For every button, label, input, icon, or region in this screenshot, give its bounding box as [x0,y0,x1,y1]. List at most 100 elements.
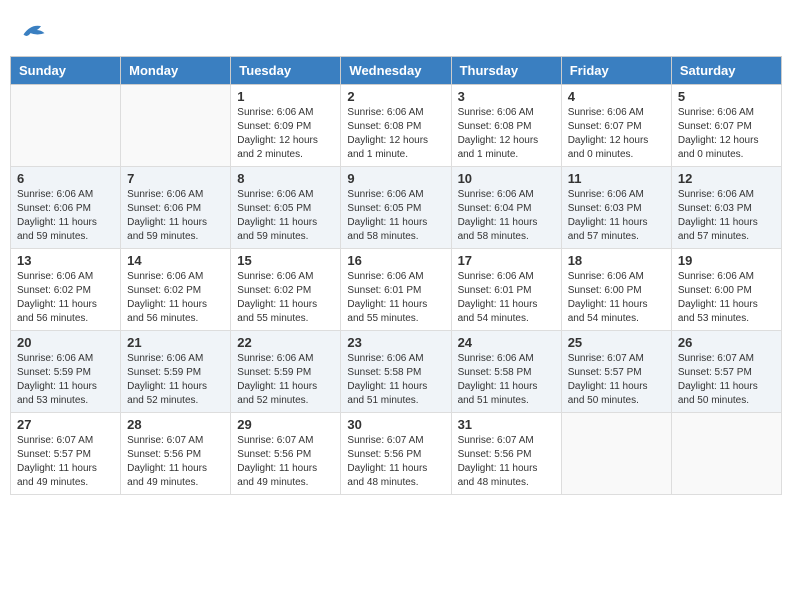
calendar-day-cell: 8 Sunrise: 6:06 AM Sunset: 6:05 PM Dayli… [231,167,341,249]
calendar-day-cell: 19 Sunrise: 6:06 AM Sunset: 6:00 PM Dayl… [671,249,781,331]
day-number: 3 [458,89,555,104]
day-number: 12 [678,171,775,186]
calendar-day-cell: 24 Sunrise: 6:06 AM Sunset: 5:58 PM Dayl… [451,331,561,413]
calendar-day-cell [561,413,671,495]
weekday-header: Thursday [451,57,561,85]
day-number: 16 [347,253,444,268]
day-number: 14 [127,253,224,268]
calendar-day-cell: 29 Sunrise: 6:07 AM Sunset: 5:56 PM Dayl… [231,413,341,495]
calendar-week-row: 1 Sunrise: 6:06 AM Sunset: 6:09 PM Dayli… [11,85,782,167]
day-info: Sunrise: 6:06 AM Sunset: 6:00 PM Dayligh… [568,270,665,326]
day-number: 8 [237,171,334,186]
day-number: 10 [458,171,555,186]
header [10,10,782,52]
day-info: Sunrise: 6:06 AM Sunset: 6:07 PM Dayligh… [568,106,665,162]
day-number: 19 [678,253,775,268]
day-number: 5 [678,89,775,104]
calendar-day-cell: 22 Sunrise: 6:06 AM Sunset: 5:59 PM Dayl… [231,331,341,413]
day-number: 28 [127,417,224,432]
day-info: Sunrise: 6:06 AM Sunset: 6:06 PM Dayligh… [127,188,224,244]
calendar-day-cell: 21 Sunrise: 6:06 AM Sunset: 5:59 PM Dayl… [121,331,231,413]
day-info: Sunrise: 6:06 AM Sunset: 6:03 PM Dayligh… [678,188,775,244]
calendar-day-cell: 10 Sunrise: 6:06 AM Sunset: 6:04 PM Dayl… [451,167,561,249]
day-info: Sunrise: 6:06 AM Sunset: 6:03 PM Dayligh… [568,188,665,244]
weekday-header: Wednesday [341,57,451,85]
day-number: 30 [347,417,444,432]
day-number: 4 [568,89,665,104]
calendar-day-cell: 14 Sunrise: 6:06 AM Sunset: 6:02 PM Dayl… [121,249,231,331]
day-number: 7 [127,171,224,186]
day-number: 17 [458,253,555,268]
day-info: Sunrise: 6:06 AM Sunset: 6:08 PM Dayligh… [458,106,555,162]
day-info: Sunrise: 6:06 AM Sunset: 6:09 PM Dayligh… [237,106,334,162]
calendar-week-row: 20 Sunrise: 6:06 AM Sunset: 5:59 PM Dayl… [11,331,782,413]
day-number: 20 [17,335,114,350]
calendar-day-cell: 20 Sunrise: 6:06 AM Sunset: 5:59 PM Dayl… [11,331,121,413]
day-number: 1 [237,89,334,104]
day-number: 23 [347,335,444,350]
day-info: Sunrise: 6:07 AM Sunset: 5:57 PM Dayligh… [678,352,775,408]
day-info: Sunrise: 6:07 AM Sunset: 5:57 PM Dayligh… [17,434,114,490]
day-number: 6 [17,171,114,186]
calendar-day-cell: 6 Sunrise: 6:06 AM Sunset: 6:06 PM Dayli… [11,167,121,249]
day-info: Sunrise: 6:06 AM Sunset: 5:59 PM Dayligh… [127,352,224,408]
calendar-day-cell: 15 Sunrise: 6:06 AM Sunset: 6:02 PM Dayl… [231,249,341,331]
weekday-header: Tuesday [231,57,341,85]
day-number: 26 [678,335,775,350]
day-info: Sunrise: 6:06 AM Sunset: 5:58 PM Dayligh… [458,352,555,408]
calendar-week-row: 6 Sunrise: 6:06 AM Sunset: 6:06 PM Dayli… [11,167,782,249]
day-info: Sunrise: 6:07 AM Sunset: 5:57 PM Dayligh… [568,352,665,408]
calendar-day-cell: 5 Sunrise: 6:06 AM Sunset: 6:07 PM Dayli… [671,85,781,167]
day-info: Sunrise: 6:06 AM Sunset: 6:01 PM Dayligh… [347,270,444,326]
day-info: Sunrise: 6:07 AM Sunset: 5:56 PM Dayligh… [347,434,444,490]
day-number: 24 [458,335,555,350]
calendar-day-cell: 27 Sunrise: 6:07 AM Sunset: 5:57 PM Dayl… [11,413,121,495]
day-info: Sunrise: 6:06 AM Sunset: 5:59 PM Dayligh… [17,352,114,408]
calendar-day-cell: 18 Sunrise: 6:06 AM Sunset: 6:00 PM Dayl… [561,249,671,331]
calendar-day-cell: 9 Sunrise: 6:06 AM Sunset: 6:05 PM Dayli… [341,167,451,249]
weekday-header: Monday [121,57,231,85]
weekday-header: Friday [561,57,671,85]
calendar-day-cell: 26 Sunrise: 6:07 AM Sunset: 5:57 PM Dayl… [671,331,781,413]
day-number: 13 [17,253,114,268]
day-info: Sunrise: 6:06 AM Sunset: 6:06 PM Dayligh… [17,188,114,244]
day-number: 25 [568,335,665,350]
day-number: 2 [347,89,444,104]
calendar-day-cell: 3 Sunrise: 6:06 AM Sunset: 6:08 PM Dayli… [451,85,561,167]
calendar-day-cell: 13 Sunrise: 6:06 AM Sunset: 6:02 PM Dayl… [11,249,121,331]
day-info: Sunrise: 6:06 AM Sunset: 6:02 PM Dayligh… [127,270,224,326]
day-number: 18 [568,253,665,268]
calendar-day-cell: 25 Sunrise: 6:07 AM Sunset: 5:57 PM Dayl… [561,331,671,413]
calendar-day-cell [121,85,231,167]
calendar-day-cell [11,85,121,167]
day-info: Sunrise: 6:06 AM Sunset: 6:05 PM Dayligh… [237,188,334,244]
day-info: Sunrise: 6:06 AM Sunset: 5:58 PM Dayligh… [347,352,444,408]
day-info: Sunrise: 6:07 AM Sunset: 5:56 PM Dayligh… [237,434,334,490]
logo [20,20,52,47]
day-number: 29 [237,417,334,432]
day-info: Sunrise: 6:06 AM Sunset: 6:04 PM Dayligh… [458,188,555,244]
day-info: Sunrise: 6:07 AM Sunset: 5:56 PM Dayligh… [458,434,555,490]
day-info: Sunrise: 6:06 AM Sunset: 6:07 PM Dayligh… [678,106,775,162]
day-info: Sunrise: 6:06 AM Sunset: 6:02 PM Dayligh… [17,270,114,326]
calendar-day-cell: 4 Sunrise: 6:06 AM Sunset: 6:07 PM Dayli… [561,85,671,167]
calendar-day-cell: 23 Sunrise: 6:06 AM Sunset: 5:58 PM Dayl… [341,331,451,413]
day-number: 11 [568,171,665,186]
day-info: Sunrise: 6:06 AM Sunset: 6:02 PM Dayligh… [237,270,334,326]
calendar-table: SundayMondayTuesdayWednesdayThursdayFrid… [10,56,782,495]
weekday-header: Saturday [671,57,781,85]
day-info: Sunrise: 6:06 AM Sunset: 6:08 PM Dayligh… [347,106,444,162]
day-number: 31 [458,417,555,432]
calendar-day-cell: 7 Sunrise: 6:06 AM Sunset: 6:06 PM Dayli… [121,167,231,249]
day-info: Sunrise: 6:06 AM Sunset: 6:05 PM Dayligh… [347,188,444,244]
calendar-day-cell: 1 Sunrise: 6:06 AM Sunset: 6:09 PM Dayli… [231,85,341,167]
calendar-day-cell: 28 Sunrise: 6:07 AM Sunset: 5:56 PM Dayl… [121,413,231,495]
calendar-day-cell: 31 Sunrise: 6:07 AM Sunset: 5:56 PM Dayl… [451,413,561,495]
calendar-day-cell: 12 Sunrise: 6:06 AM Sunset: 6:03 PM Dayl… [671,167,781,249]
logo-bird-icon [20,20,48,42]
calendar-day-cell: 2 Sunrise: 6:06 AM Sunset: 6:08 PM Dayli… [341,85,451,167]
day-number: 9 [347,171,444,186]
day-number: 27 [17,417,114,432]
day-info: Sunrise: 6:07 AM Sunset: 5:56 PM Dayligh… [127,434,224,490]
calendar-day-cell: 16 Sunrise: 6:06 AM Sunset: 6:01 PM Dayl… [341,249,451,331]
